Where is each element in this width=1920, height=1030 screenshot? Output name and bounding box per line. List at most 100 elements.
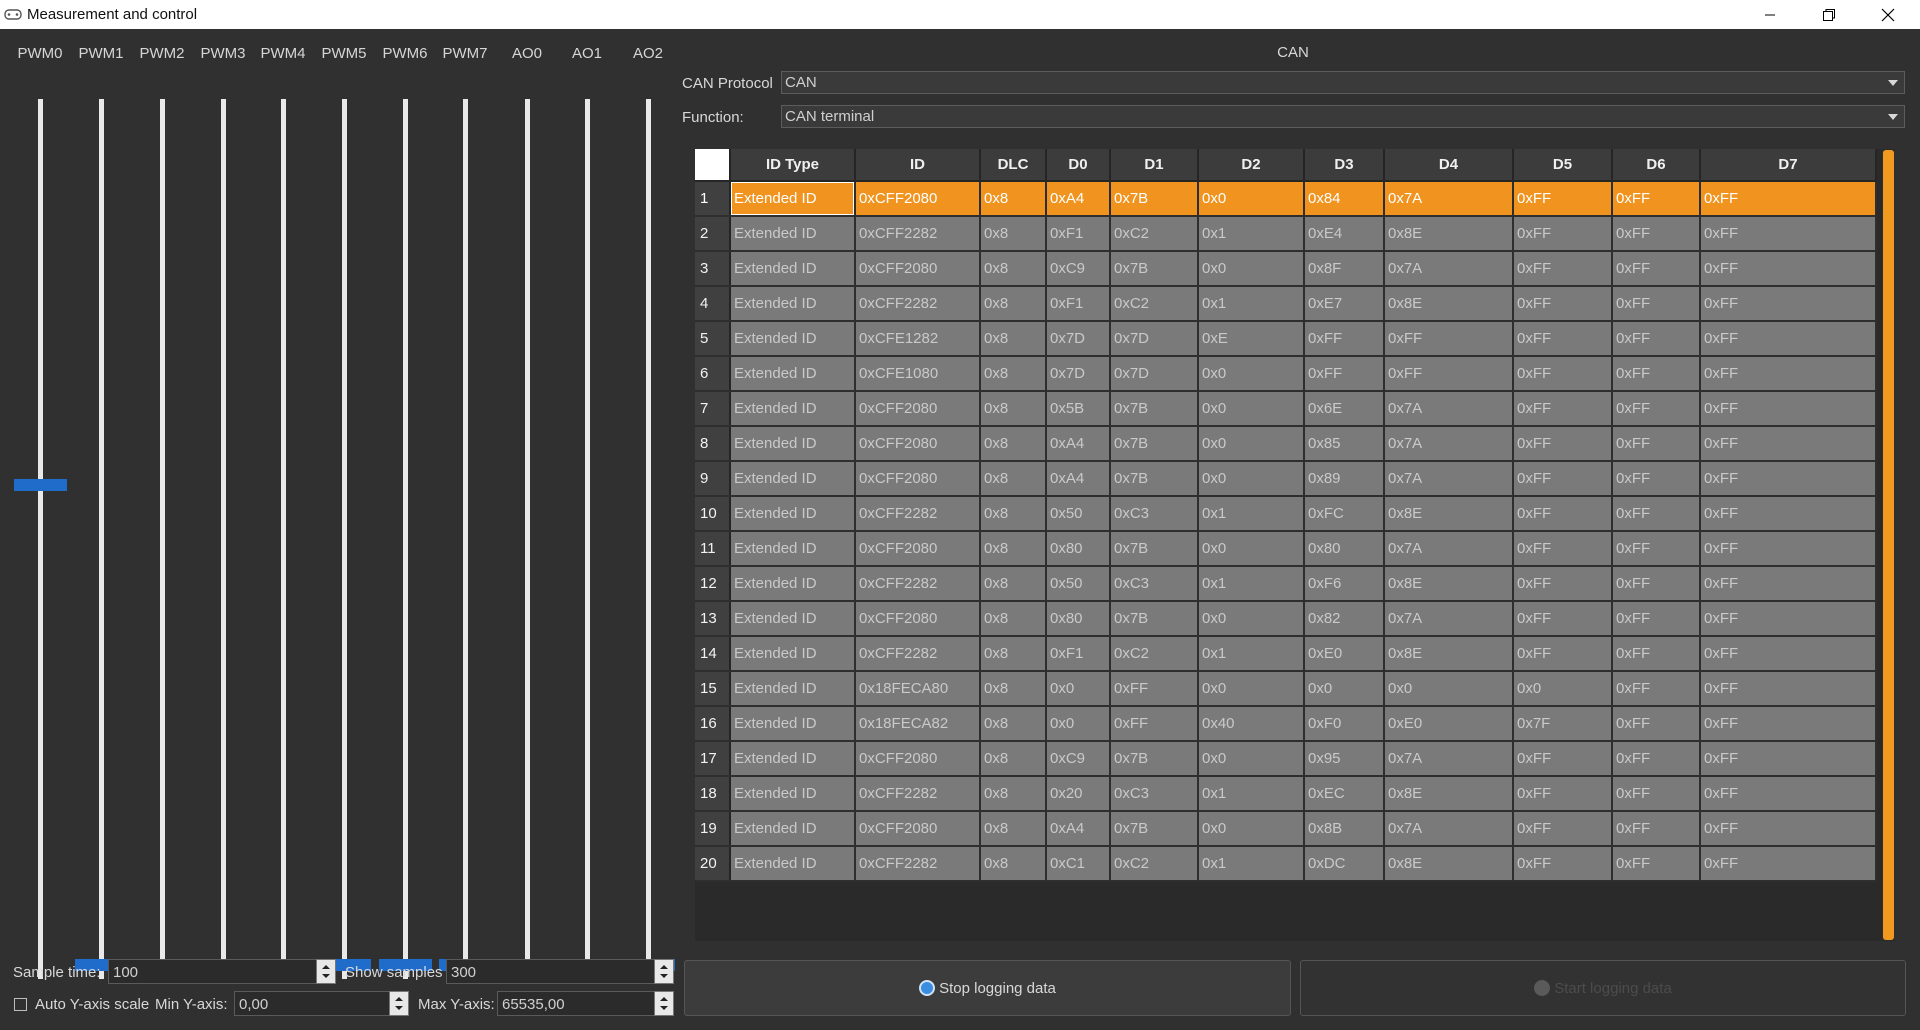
table-cell[interactable]: 0xFF — [1612, 461, 1701, 497]
table-cell[interactable]: 0xFF — [1700, 531, 1877, 567]
table-cell[interactable]: 0xFF — [1612, 391, 1701, 427]
table-cell[interactable]: 0xE — [1198, 321, 1305, 357]
table-cell[interactable]: 0x84 — [1304, 181, 1385, 217]
table-cell[interactable]: 0xFF — [1513, 181, 1613, 217]
table-cell[interactable]: 0xFF — [1513, 531, 1613, 567]
row-number[interactable]: 9 — [695, 461, 731, 497]
table-row[interactable]: 4 Extended ID 0xCFF2282 0x8 0xF1 0xC2 0x1 0xE7 0… — [695, 286, 1877, 322]
table-cell[interactable]: 0x8E — [1384, 286, 1514, 322]
table-cell[interactable]: 0x18FECA82 — [855, 706, 981, 742]
table-cell[interactable]: 0x0 — [1198, 356, 1305, 392]
close-button[interactable] — [1865, 0, 1911, 29]
slider-track[interactable] — [342, 99, 347, 979]
table-row[interactable]: 5 Extended ID 0xCFE1282 0x8 0x7D 0x7D 0xE 0xFF 0… — [695, 321, 1877, 357]
table-cell[interactable]: 0xCFF2080 — [855, 531, 981, 567]
table-corner-button[interactable] — [695, 149, 731, 182]
table-cell[interactable]: 0x7A — [1384, 426, 1514, 462]
table-cell[interactable]: 0xFF — [1513, 811, 1613, 847]
table-row[interactable]: 19 Extended ID 0xCFF2080 0x8 0xA4 0x7B 0x0 0x8B… — [695, 811, 1877, 847]
show-samples-stepper[interactable] — [654, 959, 674, 984]
table-cell[interactable]: 0x7A — [1384, 531, 1514, 567]
table-row[interactable]: 14 Extended ID 0xCFF2282 0x8 0xF1 0xC2 0x1 0xE0… — [695, 636, 1877, 672]
table-cell[interactable]: 0xFF — [1700, 671, 1877, 707]
table-cell[interactable]: Extended ID — [730, 391, 856, 427]
table-cell[interactable]: 0xFF — [1612, 741, 1701, 777]
table-cell[interactable]: 0x8 — [980, 846, 1047, 882]
row-number[interactable]: 11 — [695, 531, 731, 567]
table-cell[interactable]: 0xCFF2080 — [855, 741, 981, 777]
table-cell[interactable]: 0x7A — [1384, 461, 1514, 497]
table-cell[interactable]: 0xC9 — [1046, 251, 1111, 287]
table-cell[interactable]: 0x8 — [980, 216, 1047, 252]
table-row[interactable]: 2 Extended ID 0xCFF2282 0x8 0xF1 0xC2 0x1 0xE4 0… — [695, 216, 1877, 252]
table-cell[interactable]: 0xE4 — [1304, 216, 1385, 252]
column-header[interactable]: D4 — [1384, 149, 1514, 182]
table-cell[interactable]: 0xFF — [1612, 496, 1701, 532]
slider-track[interactable] — [463, 99, 468, 979]
table-cell[interactable]: 0x0 — [1046, 706, 1111, 742]
table-cell[interactable]: 0xFF — [1110, 671, 1199, 707]
table-cell[interactable]: 0x8 — [980, 636, 1047, 672]
table-cell[interactable]: 0xFF — [1700, 181, 1877, 217]
row-number[interactable]: 15 — [695, 671, 731, 707]
slider-track[interactable] — [403, 99, 408, 979]
table-cell[interactable]: 0x1 — [1198, 776, 1305, 812]
table-row[interactable]: 8 Extended ID 0xCFF2080 0x8 0xA4 0x7B 0x0 0x85 0… — [695, 426, 1877, 462]
row-number[interactable]: 6 — [695, 356, 731, 392]
table-cell[interactable]: Extended ID — [730, 636, 856, 672]
table-cell[interactable]: 0xE7 — [1304, 286, 1385, 322]
table-cell[interactable]: 0x82 — [1304, 601, 1385, 637]
table-cell[interactable]: 0x0 — [1384, 671, 1514, 707]
table-cell[interactable]: 0x8F — [1304, 251, 1385, 287]
table-cell[interactable]: Extended ID — [730, 216, 856, 252]
table-cell[interactable]: 0x1 — [1198, 216, 1305, 252]
table-row[interactable]: 11 Extended ID 0xCFF2080 0x8 0x80 0x7B 0x0 0x80… — [695, 531, 1877, 567]
table-cell[interactable]: 0xEC — [1304, 776, 1385, 812]
table-cell[interactable]: 0xFF — [1612, 636, 1701, 672]
table-cell[interactable]: 0x0 — [1198, 181, 1305, 217]
table-cell[interactable]: Extended ID — [730, 531, 856, 567]
table-cell[interactable]: 0xFF — [1612, 321, 1701, 357]
table-cell[interactable]: 0xCFF2080 — [855, 461, 981, 497]
table-cell[interactable]: 0xFF — [1513, 601, 1613, 637]
column-header[interactable]: D7 — [1700, 149, 1877, 182]
table-cell[interactable]: 0x7A — [1384, 251, 1514, 287]
table-cell[interactable]: 0xFF — [1612, 811, 1701, 847]
sample-time-input[interactable]: 100 — [108, 959, 317, 984]
table-cell[interactable]: 0xFF — [1700, 741, 1877, 777]
table-cell[interactable]: 0xA4 — [1046, 461, 1111, 497]
table-cell[interactable]: 0x7A — [1384, 181, 1514, 217]
table-cell[interactable]: 0xFF — [1700, 426, 1877, 462]
table-cell[interactable]: 0x8 — [980, 426, 1047, 462]
table-cell[interactable]: 0x8E — [1384, 636, 1514, 672]
table-cell[interactable]: 0xCFF2282 — [855, 566, 981, 602]
max-y-axis-stepper[interactable] — [654, 991, 674, 1016]
table-cell[interactable]: 0x7B — [1110, 461, 1199, 497]
table-cell[interactable]: 0xFF — [1513, 251, 1613, 287]
table-cell[interactable]: 0x8 — [980, 496, 1047, 532]
table-cell[interactable]: 0xFF — [1700, 601, 1877, 637]
table-cell[interactable]: 0xFF — [1513, 321, 1613, 357]
row-number[interactable]: 14 — [695, 636, 731, 672]
table-cell[interactable]: Extended ID — [730, 321, 856, 357]
table-cell[interactable]: 0xCFF2080 — [855, 391, 981, 427]
column-header[interactable]: D0 — [1046, 149, 1111, 182]
table-cell[interactable]: 0xFF — [1110, 706, 1199, 742]
table-cell[interactable]: 0x7A — [1384, 601, 1514, 637]
column-header[interactable]: D3 — [1304, 149, 1385, 182]
table-cell[interactable]: 0xA4 — [1046, 426, 1111, 462]
show-samples-input[interactable]: 300 — [446, 959, 655, 984]
table-cell[interactable]: 0x20 — [1046, 776, 1111, 812]
table-cell[interactable]: 0x7B — [1110, 251, 1199, 287]
table-cell[interactable]: 0xFF — [1700, 811, 1877, 847]
table-cell[interactable]: Extended ID — [730, 181, 856, 217]
table-cell[interactable]: 0x0 — [1198, 391, 1305, 427]
table-cell[interactable]: 0x0 — [1046, 671, 1111, 707]
table-cell[interactable]: Extended ID — [730, 601, 856, 637]
can-protocol-select[interactable]: CAN — [781, 71, 1905, 94]
row-number[interactable]: 7 — [695, 391, 731, 427]
table-cell[interactable]: 0x80 — [1046, 531, 1111, 567]
table-cell[interactable]: 0xFF — [1384, 356, 1514, 392]
table-cell[interactable]: 0x8E — [1384, 846, 1514, 882]
table-cell[interactable]: 0x7B — [1110, 601, 1199, 637]
